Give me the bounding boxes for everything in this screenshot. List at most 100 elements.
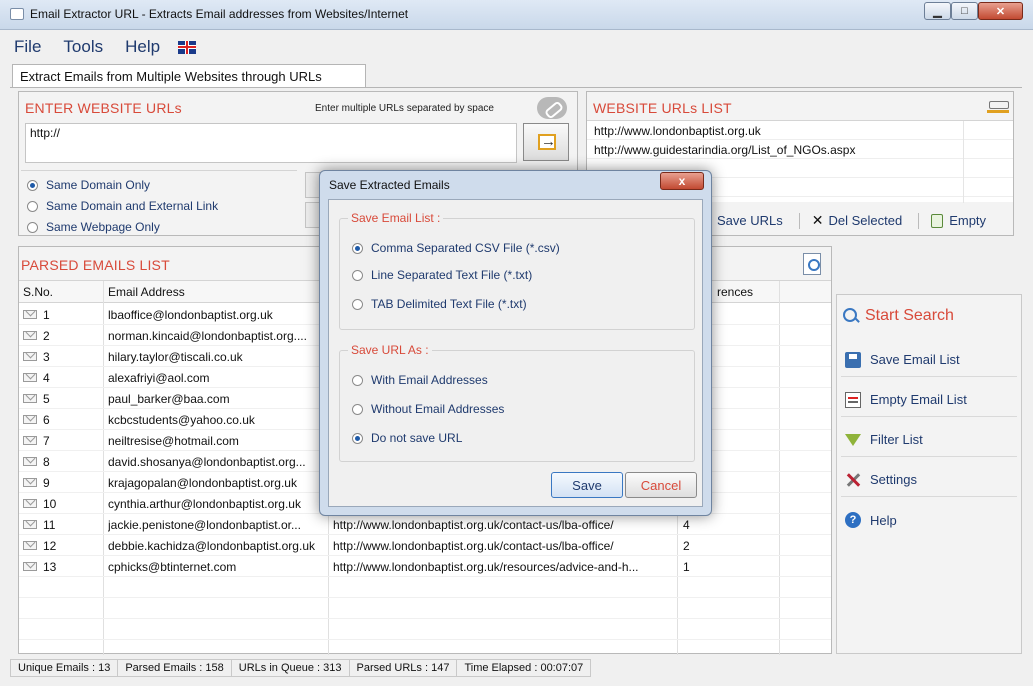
list-tool-icon[interactable] — [987, 99, 1009, 113]
cell-url: http://www.londonbaptist.org.uk/contact-… — [333, 518, 614, 532]
status-urls-in-queue: URLs in Queue : 313 — [230, 659, 349, 677]
radio-button[interactable] — [27, 221, 38, 233]
option-without-emails[interactable]: Without Email Addresses — [352, 402, 504, 416]
settings-button[interactable]: Settings — [841, 463, 1017, 497]
column-divider — [963, 121, 964, 203]
del-selected-button[interactable]: ✕ Del Selected — [812, 212, 902, 229]
close-window-button[interactable]: ✕ — [978, 2, 1023, 20]
cancel-button[interactable]: Cancel — [625, 472, 697, 498]
option-same-webpage[interactable]: Same Webpage Only — [27, 220, 160, 234]
uk-flag-icon[interactable] — [178, 40, 197, 54]
column-references[interactable]: rences — [717, 285, 753, 299]
cell-url: http://www.londonbaptist.org.uk/contact-… — [333, 539, 614, 553]
column-email[interactable]: Email Address — [108, 285, 185, 299]
option-with-emails[interactable]: With Email Addresses — [352, 373, 488, 387]
cell-email: debbie.kachidza@londonbaptist.org.uk — [108, 539, 315, 553]
add-url-button[interactable] — [523, 123, 569, 161]
window-titlebar: Email Extractor URL - Extracts Email add… — [0, 0, 1033, 30]
cell-references: 4 — [683, 518, 690, 532]
radio-button[interactable] — [352, 403, 363, 415]
option-no-url[interactable]: Do not save URL — [352, 431, 462, 445]
envelope-icon — [23, 562, 37, 571]
delete-x-icon: ✕ — [811, 212, 824, 228]
empty-urls-button[interactable]: Empty — [931, 213, 986, 228]
empty-list-icon — [845, 391, 861, 408]
option-same-domain[interactable]: Same Domain Only — [27, 178, 150, 192]
cell-sno: 9 — [43, 476, 50, 490]
cell-sno: 4 — [43, 371, 50, 385]
envelope-icon — [23, 331, 37, 340]
column-sno[interactable]: S.No. — [23, 285, 53, 299]
menu-tools[interactable]: Tools — [63, 37, 103, 57]
cell-sno: 5 — [43, 392, 50, 406]
radio-button[interactable] — [27, 179, 38, 191]
filter-list-label: Filter List — [870, 432, 923, 447]
cell-references: 2 — [683, 539, 690, 553]
radio-button[interactable] — [352, 374, 363, 386]
radio-button[interactable] — [352, 432, 363, 444]
save-email-list-button[interactable]: Save Email List — [841, 343, 1017, 377]
cell-email: paul_barker@baa.com — [108, 392, 230, 406]
save-urls-button[interactable]: Save URLs — [717, 213, 783, 228]
url-input[interactable]: http:// — [25, 123, 517, 163]
radio-button[interactable] — [27, 200, 38, 212]
envelope-icon — [23, 478, 37, 487]
link-icon[interactable] — [537, 97, 567, 119]
help-button[interactable]: ? Help — [841, 503, 1017, 537]
empty-table-row — [19, 598, 831, 619]
table-row[interactable]: 13 cphicks@btinternet.com http://www.londo… — [19, 556, 831, 577]
url-list-actions: Save URLs ✕ Del Selected Empty — [717, 212, 1002, 229]
search-icon — [843, 308, 859, 324]
cell-email: jackie.penistone@londonbaptist.or... — [108, 518, 301, 532]
arrow-right-icon — [538, 133, 556, 150]
url-list-item[interactable]: http://www.londonbaptist.org.uk — [587, 121, 1013, 140]
cell-sno: 7 — [43, 434, 50, 448]
table-row[interactable]: 11 jackie.penistone@londonbaptist.or... ht… — [19, 514, 831, 535]
app-icon — [10, 8, 24, 20]
cell-url: http://www.londonbaptist.org.uk/resource… — [333, 560, 639, 574]
start-search-button[interactable]: Start Search — [843, 307, 954, 325]
cell-sno: 12 — [43, 539, 57, 553]
recycle-icon — [931, 213, 944, 228]
filter-list-button[interactable]: Filter List — [841, 423, 1017, 457]
cell-sno: 8 — [43, 455, 50, 469]
save-email-list-group: Save Email List : Comma Separated CSV Fi… — [339, 211, 695, 330]
divider — [798, 212, 800, 229]
cell-email: neiltresise@hotmail.com — [108, 434, 239, 448]
menu-file[interactable]: File — [14, 37, 41, 57]
save-button[interactable]: Save — [551, 472, 623, 498]
minimize-button[interactable]: ▁ — [924, 2, 951, 20]
option-tab-txt[interactable]: TAB Delimited Text File (*.txt) — [352, 297, 527, 311]
radio-button[interactable] — [352, 269, 363, 281]
option-same-domain-external[interactable]: Same Domain and External Link — [27, 199, 218, 213]
enter-urls-hint: Enter multiple URLs separated by space — [315, 103, 494, 114]
menu-help[interactable]: Help — [125, 37, 160, 57]
option-label: TAB Delimited Text File (*.txt) — [371, 297, 527, 311]
table-row[interactable]: 12 debbie.kachidza@londonbaptist.org.uk ht… — [19, 535, 831, 556]
empty-label: Empty — [949, 213, 987, 228]
parsed-emails-title: PARSED EMAILS LIST — [21, 257, 170, 273]
maximize-button[interactable]: □ — [951, 2, 978, 20]
cell-references: 1 — [683, 560, 690, 574]
envelope-icon — [23, 310, 37, 319]
envelope-icon — [23, 457, 37, 466]
radio-button[interactable] — [352, 242, 363, 254]
cell-sno: 2 — [43, 329, 50, 343]
option-label: Same Webpage Only — [46, 220, 160, 234]
option-label: With Email Addresses — [371, 373, 488, 387]
dialog-close-button[interactable]: x — [660, 172, 704, 190]
cell-sno: 3 — [43, 350, 50, 364]
option-label: Line Separated Text File (*.txt) — [371, 268, 533, 282]
option-label: Do not save URL — [371, 431, 463, 445]
option-csv[interactable]: Comma Separated CSV File (*.csv) — [352, 241, 560, 255]
empty-email-list-button[interactable]: Empty Email List — [841, 383, 1017, 417]
save-url-as-group: Save URL As : With Email Addresses Witho… — [339, 343, 695, 462]
dialog-title: Save Extracted Emails — [329, 178, 450, 192]
radio-button[interactable] — [352, 298, 363, 310]
start-search-label: Start Search — [865, 307, 954, 324]
export-icon[interactable] — [803, 253, 821, 275]
option-line-txt[interactable]: Line Separated Text File (*.txt) — [352, 268, 532, 282]
tab-extract-from-urls[interactable]: Extract Emails from Multiple Websites th… — [12, 64, 366, 88]
url-list-item[interactable]: http://www.guidestarindia.org/List_of_NG… — [587, 140, 1013, 159]
option-label: Same Domain Only — [46, 178, 151, 192]
